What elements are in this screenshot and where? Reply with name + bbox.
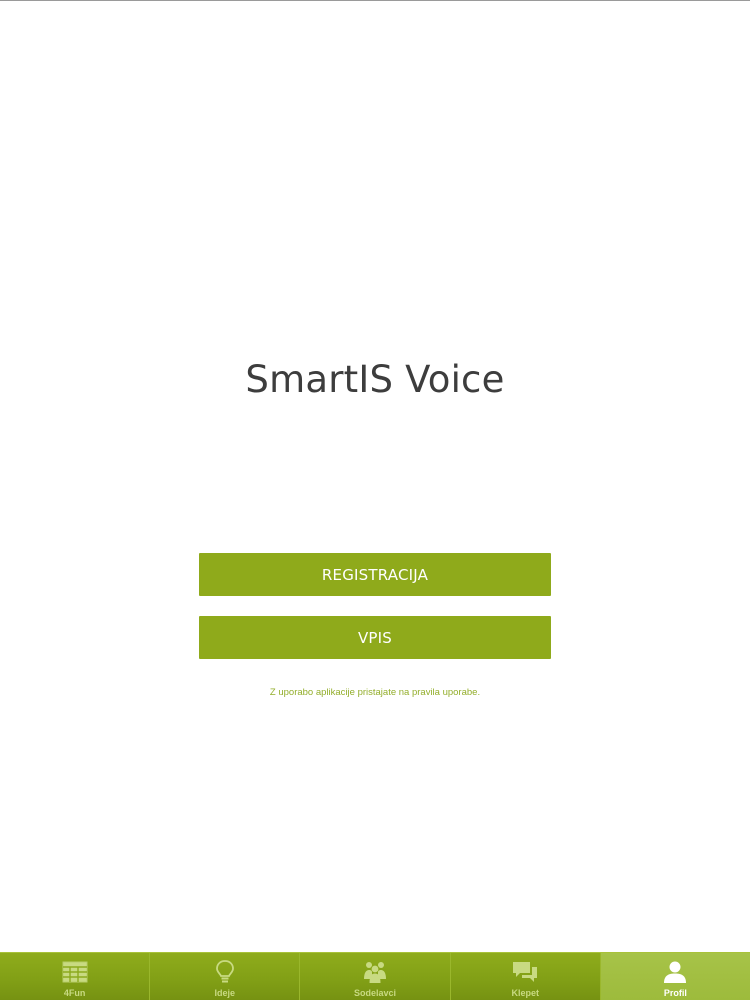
table-icon [61, 959, 89, 985]
tab-bar: 4Fun Ideje Sodelavci Klepet Profil [0, 952, 750, 1000]
lightbulb-icon [211, 959, 239, 985]
register-button[interactable]: REGISTRACIJA [199, 553, 551, 596]
tab-label: Profil [663, 988, 687, 998]
tab-label: Ideje [214, 988, 236, 998]
person-icon [661, 959, 689, 985]
chat-bubbles-icon [511, 959, 539, 985]
top-border [0, 0, 750, 1]
tab-4fun[interactable]: 4Fun [0, 953, 151, 1000]
tab-label: 4Fun [63, 988, 86, 998]
people-icon [361, 959, 389, 985]
tab-sodelavci[interactable]: Sodelavci [300, 953, 451, 1000]
terms-link[interactable]: Z uporabo aplikacije pristajate na pravi… [0, 687, 750, 698]
tab-profil[interactable]: Profil [600, 953, 750, 1000]
tab-klepet[interactable]: Klepet [451, 953, 601, 1000]
tab-ideje[interactable]: Ideje [150, 953, 301, 1000]
tab-label: Sodelavci [353, 988, 397, 998]
login-button[interactable]: VPIS [199, 616, 551, 659]
app-title: SmartIS Voice [245, 358, 505, 401]
tab-label: Klepet [511, 988, 539, 998]
